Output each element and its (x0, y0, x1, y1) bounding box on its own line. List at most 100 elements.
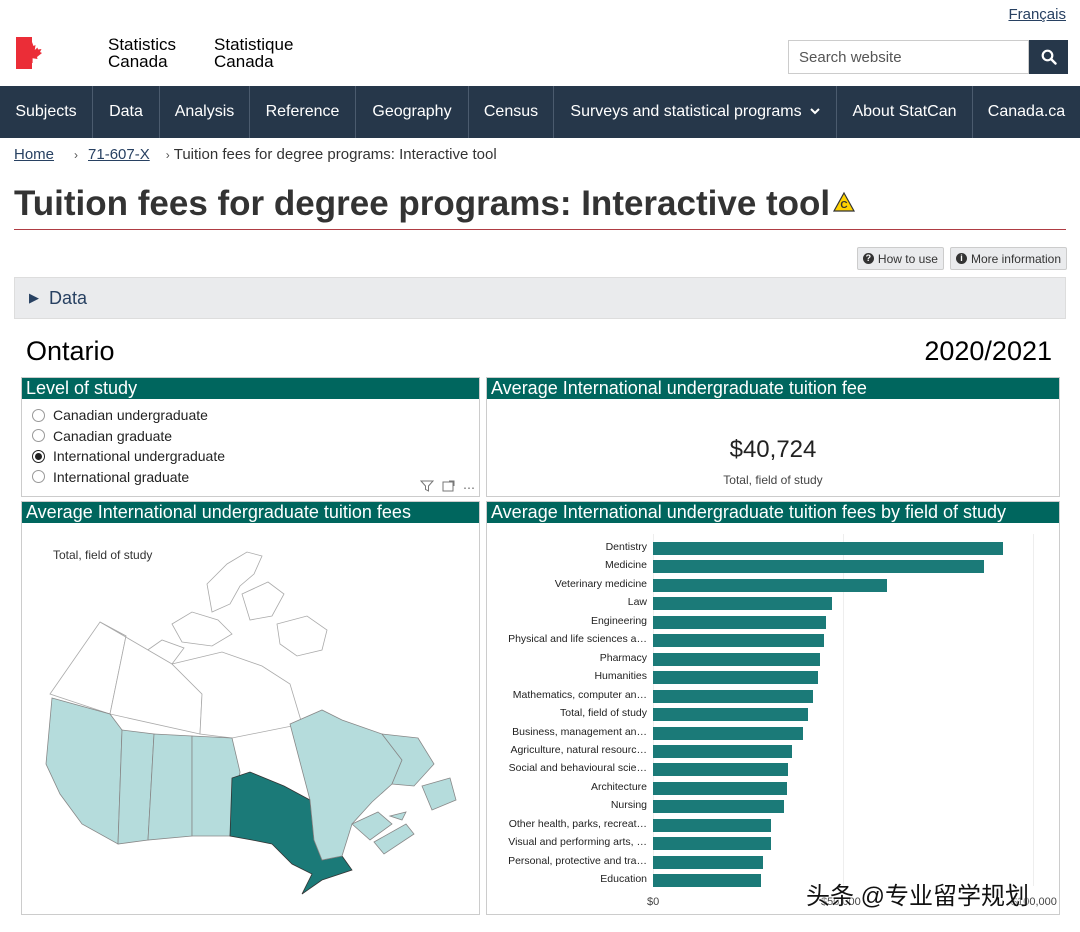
filter-icon[interactable] (419, 480, 435, 495)
radio-button[interactable] (32, 429, 45, 443)
bar-5[interactable] (653, 634, 824, 648)
bar-category-label: Agriculture, natural resourc… (510, 743, 647, 756)
bar-13[interactable] (653, 781, 787, 795)
nav-analysis[interactable]: Analysis (160, 86, 250, 138)
warning-badge-icon: C (833, 191, 856, 212)
radio-canadian-graduate[interactable]: Canadian graduate (32, 426, 479, 447)
map-arctic-island (241, 581, 285, 621)
bar-10[interactable] (653, 726, 804, 740)
svg-text:C: C (841, 200, 848, 211)
data-details-toggle[interactable]: ▶ Data (14, 277, 1066, 319)
panel-title: Level of study (22, 378, 479, 399)
nav-subjects[interactable]: Subjects (0, 86, 93, 138)
brand-name-french: Statistique Canada (214, 35, 294, 71)
radio-canadian-undergraduate[interactable]: Canadian undergraduate (32, 405, 479, 426)
year-title: 2020/2021 (924, 336, 1052, 366)
more-information-button[interactable]: i More information (949, 247, 1067, 270)
bar-category-label: Law (627, 596, 647, 609)
map-arctic-island (171, 611, 233, 647)
bar-category-label: Mathematics, computer an… (512, 688, 647, 701)
bar-category-label: Pharmacy (599, 651, 647, 664)
radio-international-undergraduate[interactable]: International undergraduate (32, 446, 479, 467)
bar-category-label: Social and behavioural scie… (508, 762, 647, 775)
bar-category-label: Dentistry (605, 541, 647, 553)
chevron-right-icon: › (74, 147, 79, 162)
nav-reference[interactable]: Reference (250, 86, 356, 138)
search-input[interactable] (788, 40, 1029, 74)
bar-3[interactable] (653, 597, 832, 611)
search-form (788, 40, 1068, 74)
bar-category-label: Medicine (604, 559, 647, 572)
nav-about-statcan[interactable]: About StatCan (837, 86, 973, 138)
triangle-right-icon: ▶ (29, 290, 39, 305)
more-options-icon[interactable]: ⋯ (463, 481, 475, 495)
title-divider (14, 229, 1066, 230)
bar-category-label: Architecture (590, 780, 647, 793)
bar-7[interactable] (653, 671, 819, 685)
bar-category-label: Personal, protective and tra… (508, 854, 647, 867)
radio-button[interactable] (32, 470, 45, 484)
bar-category-label: Engineering (590, 614, 647, 627)
kpi-value: $40,724 (729, 436, 817, 463)
nav-surveys-dropdown[interactable]: Surveys and statistical programs (554, 86, 837, 138)
bar-17[interactable] (653, 855, 764, 869)
nav-surveys-label: Surveys and statistical programs (570, 103, 802, 120)
map-british-columbia (45, 697, 123, 845)
bar-18[interactable] (653, 874, 762, 888)
radio-button[interactable] (32, 408, 45, 422)
nav-census[interactable]: Census (469, 86, 554, 138)
map-arctic-island (276, 615, 328, 657)
map-newfoundland-island (421, 777, 457, 811)
bar-category-label: Other health, parks, recreat… (508, 817, 647, 830)
search-icon (1041, 49, 1057, 65)
bar-category-label: Education (600, 873, 647, 886)
breadcrumb-home[interactable]: Home (14, 146, 54, 163)
page-title: Tuition fees for degree programs: Intera… (14, 184, 856, 224)
bar-12[interactable] (653, 763, 788, 777)
chevron-right-icon: › (165, 147, 170, 162)
bar-0[interactable] (653, 542, 1003, 555)
bar-6[interactable] (653, 652, 821, 666)
map-panel: Average International undergraduate tuit… (21, 501, 480, 915)
bar-category-label: Physical and life sciences a… (508, 633, 647, 646)
map-prince-edward-island (388, 811, 407, 821)
bar-16[interactable] (653, 837, 771, 851)
bar-8[interactable] (653, 689, 813, 703)
bar-15[interactable] (653, 818, 771, 832)
bar-11[interactable] (653, 744, 792, 758)
chart-gridline (1033, 534, 1034, 886)
x-axis-tick-label: $0 (647, 896, 660, 908)
bar-2[interactable] (653, 578, 887, 592)
bar-category-label: Nursing (610, 799, 647, 812)
panel-title: Average International undergraduate tuit… (487, 378, 1059, 399)
bar-category-label: Visual and performing arts, … (508, 836, 647, 849)
bar-14[interactable] (653, 800, 785, 814)
focus-mode-icon[interactable] (442, 480, 455, 495)
canada-map[interactable] (22, 524, 479, 914)
question-icon: ? (862, 253, 874, 264)
kpi-label: Total, field of study (723, 473, 823, 487)
nav-geography[interactable]: Geography (356, 86, 469, 138)
main-nav: Subjects Data Analysis Reference Geograp… (0, 86, 1080, 138)
bar-1[interactable] (653, 560, 984, 574)
nav-data[interactable]: Data (93, 86, 160, 138)
bar-9[interactable] (653, 708, 808, 722)
breadcrumb-catalogue[interactable]: 71-607-X (88, 146, 150, 163)
bar-chart[interactable]: $0 $50,000 $100,000 Dentistry Medicine Veteri… (487, 524, 1059, 914)
brand-logo[interactable]: Statistics Canada Statistique Canada (16, 36, 331, 70)
bar-4[interactable] (653, 615, 826, 629)
watermark-text: 头条 @专业留学规划 (806, 883, 1030, 910)
bar-category-label: Humanities (594, 670, 647, 683)
level-of-study-panel: Level of study Canadian undergraduate Ca… (21, 377, 480, 497)
field-of-study-bar-panel: Average International undergraduate tuit… (486, 501, 1060, 915)
search-button[interactable] (1029, 40, 1068, 74)
how-to-use-button[interactable]: ? How to use (856, 247, 944, 270)
language-toggle-link[interactable]: Français (1008, 6, 1066, 23)
map-saskatchewan (147, 733, 193, 841)
bar-category-label: Total, field of study (560, 707, 647, 720)
info-icon: i (955, 253, 967, 264)
panel-title: Average International undergraduate tuit… (487, 502, 1059, 523)
nav-canada-ca[interactable]: Canada.ca (973, 86, 1080, 138)
chevron-down-icon (809, 106, 820, 118)
radio-button-selected[interactable] (32, 449, 45, 463)
